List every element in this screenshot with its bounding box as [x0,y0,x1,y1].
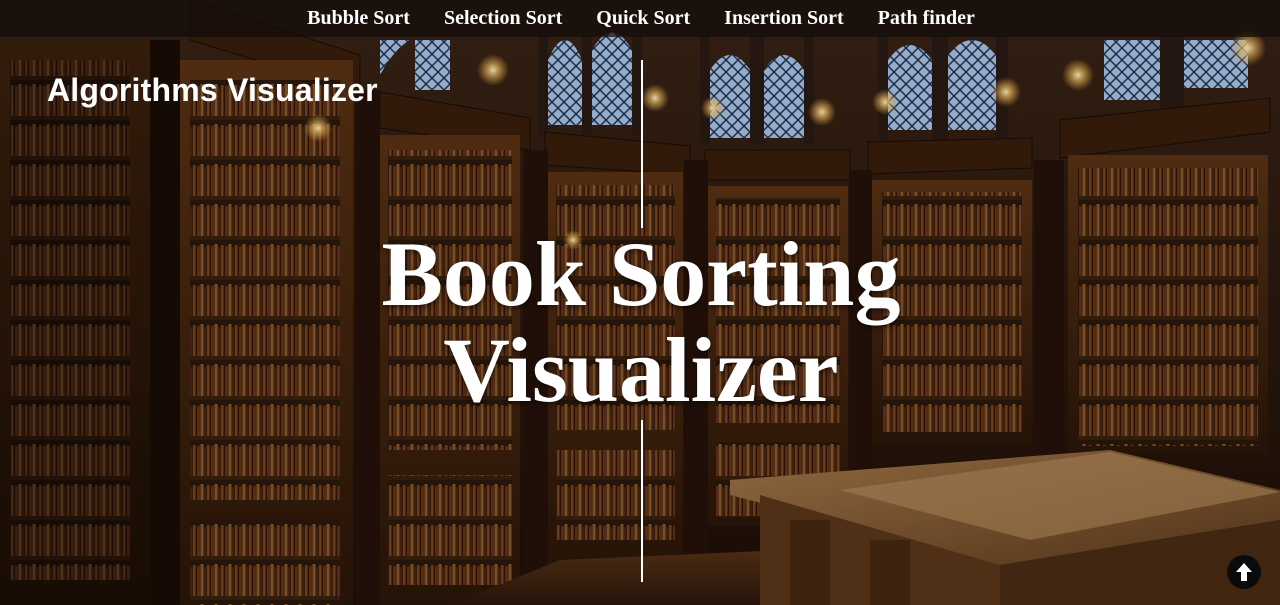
nav-link-path-finder[interactable]: Path finder [878,7,975,30]
top-navbar: Bubble Sort Selection Sort Quick Sort In… [0,0,1280,37]
nav-link-selection-sort[interactable]: Selection Sort [444,7,562,30]
hero-divider-bottom [641,420,643,582]
hero-title-line2: Visualizer [443,319,839,421]
nav-link-insertion-sort[interactable]: Insertion Sort [724,7,843,30]
nav-link-bubble-sort[interactable]: Bubble Sort [307,7,410,30]
scroll-to-top-button[interactable] [1227,555,1261,589]
arrow-up-icon [1236,563,1252,581]
nav-link-quick-sort[interactable]: Quick Sort [596,7,690,30]
hero-title: Book Sorting Visualizer [340,226,942,418]
hero-title-line1: Book Sorting [381,223,901,325]
page: Bubble Sort Selection Sort Quick Sort In… [0,0,1280,605]
site-brand-title[interactable]: Algorithms Visualizer [47,72,378,109]
hero-divider-top [641,60,643,228]
